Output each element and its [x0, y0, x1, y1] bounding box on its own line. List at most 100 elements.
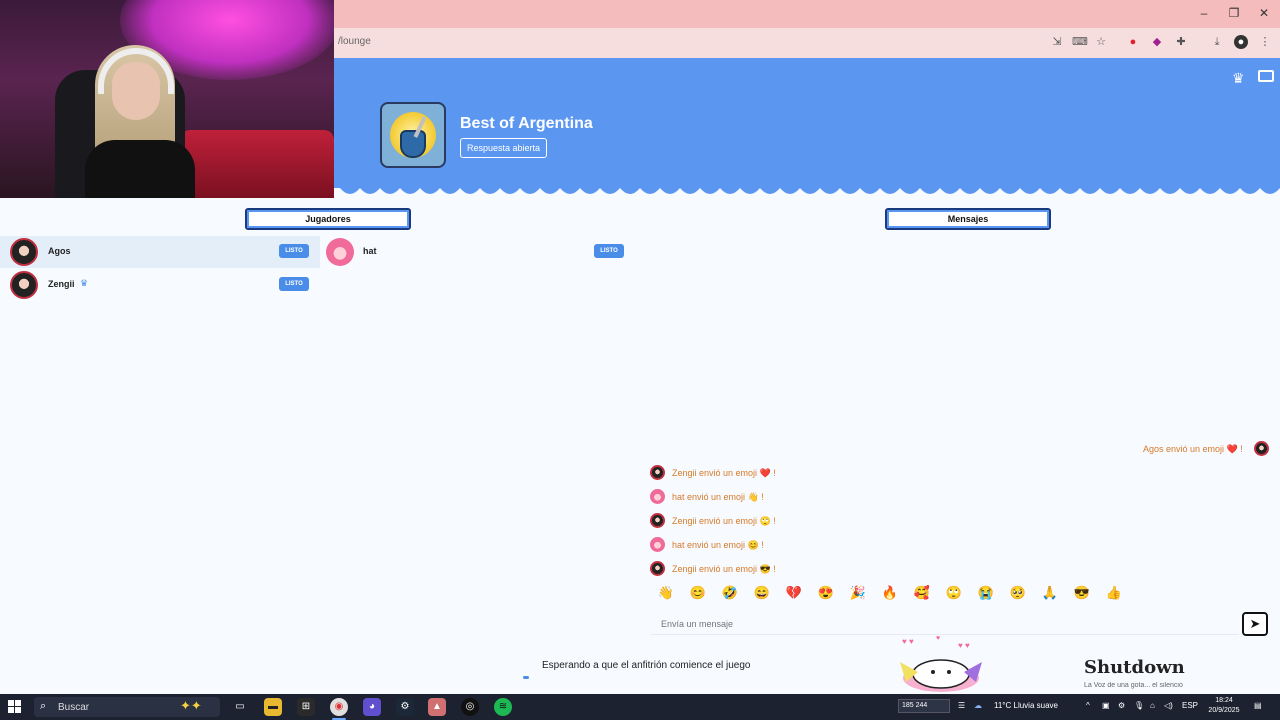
player-name: Agos — [48, 246, 71, 256]
ready-badge: LISTO — [279, 244, 309, 258]
emoji-button[interactable]: 🤣 — [719, 584, 741, 602]
tray-app-icon[interactable]: ▣ — [1102, 701, 1110, 710]
chat-avatar — [650, 465, 665, 480]
emoji-button[interactable]: 🙄 — [943, 584, 965, 602]
search-icon: ⌕ — [40, 700, 47, 712]
sparkle-icon: ✦✦ — [180, 698, 202, 713]
spotify-icon[interactable]: ≋ — [494, 698, 512, 716]
profile-avatar[interactable]: ● — [1234, 35, 1248, 49]
network-icon[interactable]: ⌂ — [1150, 701, 1155, 710]
store-icon[interactable]: ⊞ — [297, 698, 315, 716]
chat-avatar — [650, 561, 665, 576]
restore-icon[interactable]: ❐ — [1226, 6, 1242, 20]
volume-icon[interactable]: ◁) — [1164, 701, 1173, 710]
emoji-button[interactable]: 😊 — [687, 584, 709, 602]
chat-message-text: Agos envió un emoji ❤️ ! — [1143, 444, 1243, 454]
image-app-icon[interactable]: ▲ — [428, 698, 446, 716]
ready-badge: LISTO — [279, 277, 309, 291]
cloud-divider — [334, 178, 1280, 194]
chat-message: Zengii envió un emoji 🙄 ! — [650, 512, 850, 530]
taskbar-search-label: Buscar — [58, 702, 90, 713]
chat-message: hat envió un emoji 👋 ! — [650, 488, 850, 506]
emoji-button[interactable]: 😭 — [975, 584, 997, 602]
cat-sticker-overlay: ♥ ♥ ♥ ♥ ♥ — [900, 635, 982, 692]
chat-message: Agos envió un emoji ❤️ ! — [1140, 440, 1270, 458]
player-avatar — [10, 238, 38, 266]
emoji-button[interactable]: 🎉 — [847, 584, 869, 602]
taskbar-search[interactable]: ⌕ Buscar ✦✦ — [34, 697, 220, 717]
messages-header: Mensajes — [885, 208, 1051, 230]
taskbar-clock[interactable]: 18:24 20/9/2025 — [1200, 696, 1248, 716]
bookmark-star-icon[interactable]: ☆ — [1094, 35, 1108, 49]
player-row[interactable]: hat LISTO — [320, 236, 630, 268]
game-mode-button[interactable]: Respuesta abierta — [460, 138, 548, 158]
waiting-status: Esperando a que el anfitrión comience el… — [542, 660, 751, 671]
game-logo — [380, 102, 446, 168]
emoji-button[interactable]: 🥺 — [1007, 584, 1029, 602]
clock-date: 20/9/2025 — [1208, 707, 1240, 714]
steam-icon[interactable]: ⚙ — [396, 698, 414, 716]
player-name: Zengii — [48, 279, 75, 289]
viewer-counter: 185 244 — [898, 699, 950, 713]
emoji-button[interactable]: 😎 — [1071, 584, 1093, 602]
translate-icon[interactable]: ⌨ — [1072, 35, 1088, 49]
chat-message-text: hat envió un emoji 👋 ! — [672, 492, 764, 502]
emoji-button[interactable]: 👋 — [655, 584, 677, 602]
send-button[interactable]: ➤ — [1242, 612, 1268, 636]
opera-extension-icon[interactable]: ● — [1126, 35, 1140, 49]
url-text[interactable]: /lounge — [338, 36, 371, 47]
emoji-button[interactable]: 😍 — [815, 584, 837, 602]
chat-message-text: Zengii envió un emoji 😎 ! — [672, 564, 776, 574]
obs-icon[interactable]: ◎ — [461, 698, 479, 716]
emoji-button[interactable]: 🔥 — [879, 584, 901, 602]
language-indicator[interactable]: ESP — [1182, 701, 1198, 710]
svg-text:♥ ♥: ♥ ♥ — [958, 641, 970, 650]
emoji-button[interactable]: 💔 — [783, 584, 805, 602]
loading-spinner — [523, 676, 529, 679]
task-view-icon[interactable]: ▭ — [231, 698, 249, 716]
close-icon[interactable]: ✕ — [1256, 6, 1272, 20]
game-title: Best of Argentina — [460, 115, 593, 132]
crown-icon[interactable]: ♛ — [1232, 70, 1245, 87]
emoji-button[interactable]: 😄 — [751, 584, 773, 602]
address-bar[interactable]: /lounge ⇲ ⌨ ☆ ● ◆ ✚ ⤓ ● ⋮ — [334, 28, 1280, 58]
minimize-icon[interactable]: – — [1196, 6, 1212, 20]
webcam-overlay — [0, 0, 334, 198]
svg-text:♥: ♥ — [936, 635, 940, 642]
keyboard-icon[interactable]: ☰ — [958, 701, 965, 710]
chat-avatar — [1254, 441, 1269, 456]
chrome-icon[interactable]: ◉ — [330, 698, 348, 716]
menu-kebab-icon[interactable]: ⋮ — [1258, 35, 1272, 49]
tray-chevron-icon[interactable]: ^ — [1086, 701, 1090, 710]
discord-icon[interactable]: ◕ — [363, 698, 381, 716]
chat-message-text: Zengii envió un emoji ❤️ ! — [672, 468, 776, 478]
install-icon[interactable]: ⇲ — [1050, 35, 1064, 49]
host-crown-icon: ♛ — [80, 278, 89, 288]
emoji-button[interactable]: 👍 — [1103, 584, 1125, 602]
player-row[interactable]: Agos LISTO — [0, 236, 320, 268]
chat-message-text: hat envió un emoji 😊 ! — [672, 540, 764, 550]
weather-text[interactable]: 11°C Lluvia suave — [994, 701, 1058, 710]
player-avatar — [326, 238, 354, 266]
emoji-button[interactable]: 🙏 — [1039, 584, 1061, 602]
extensions-icon[interactable]: ✚ — [1174, 35, 1188, 49]
windows-start-icon[interactable] — [8, 700, 22, 714]
fullscreen-icon[interactable] — [1258, 70, 1274, 82]
overlay-song-subtitle: La Voz de una gota... el silencio — [1084, 682, 1183, 689]
notifications-icon[interactable]: ▤ — [1254, 701, 1262, 710]
tray-steam-icon[interactable]: ⚙ — [1118, 701, 1125, 710]
player-row[interactable]: Zengii ♛ LISTO — [0, 269, 320, 301]
send-icon: ➤ — [1249, 616, 1261, 631]
windows-taskbar: ⌕ Buscar ✦✦ ▭ ▬ ⊞ ◉ ◕ ⚙ ▲ ◎ ≋ 185 244 ☰ … — [0, 694, 1280, 720]
chat-message: hat envió un emoji 😊 ! — [650, 536, 850, 554]
emoji-button[interactable]: 🥰 — [911, 584, 933, 602]
download-icon[interactable]: ⤓ — [1210, 35, 1224, 49]
svg-text:♥ ♥: ♥ ♥ — [902, 637, 914, 646]
microphone-icon[interactable]: 🎙 — [1134, 701, 1144, 710]
shield-extension-icon[interactable]: ◆ — [1150, 35, 1164, 49]
chat-message: Zengii envió un emoji ❤️ ! — [650, 464, 850, 482]
ready-badge: LISTO — [594, 244, 624, 258]
chat-message-text: Zengii envió un emoji 🙄 ! — [672, 516, 776, 526]
weather-cloud-icon: ☁ — [974, 701, 982, 710]
file-explorer-icon[interactable]: ▬ — [264, 698, 282, 716]
